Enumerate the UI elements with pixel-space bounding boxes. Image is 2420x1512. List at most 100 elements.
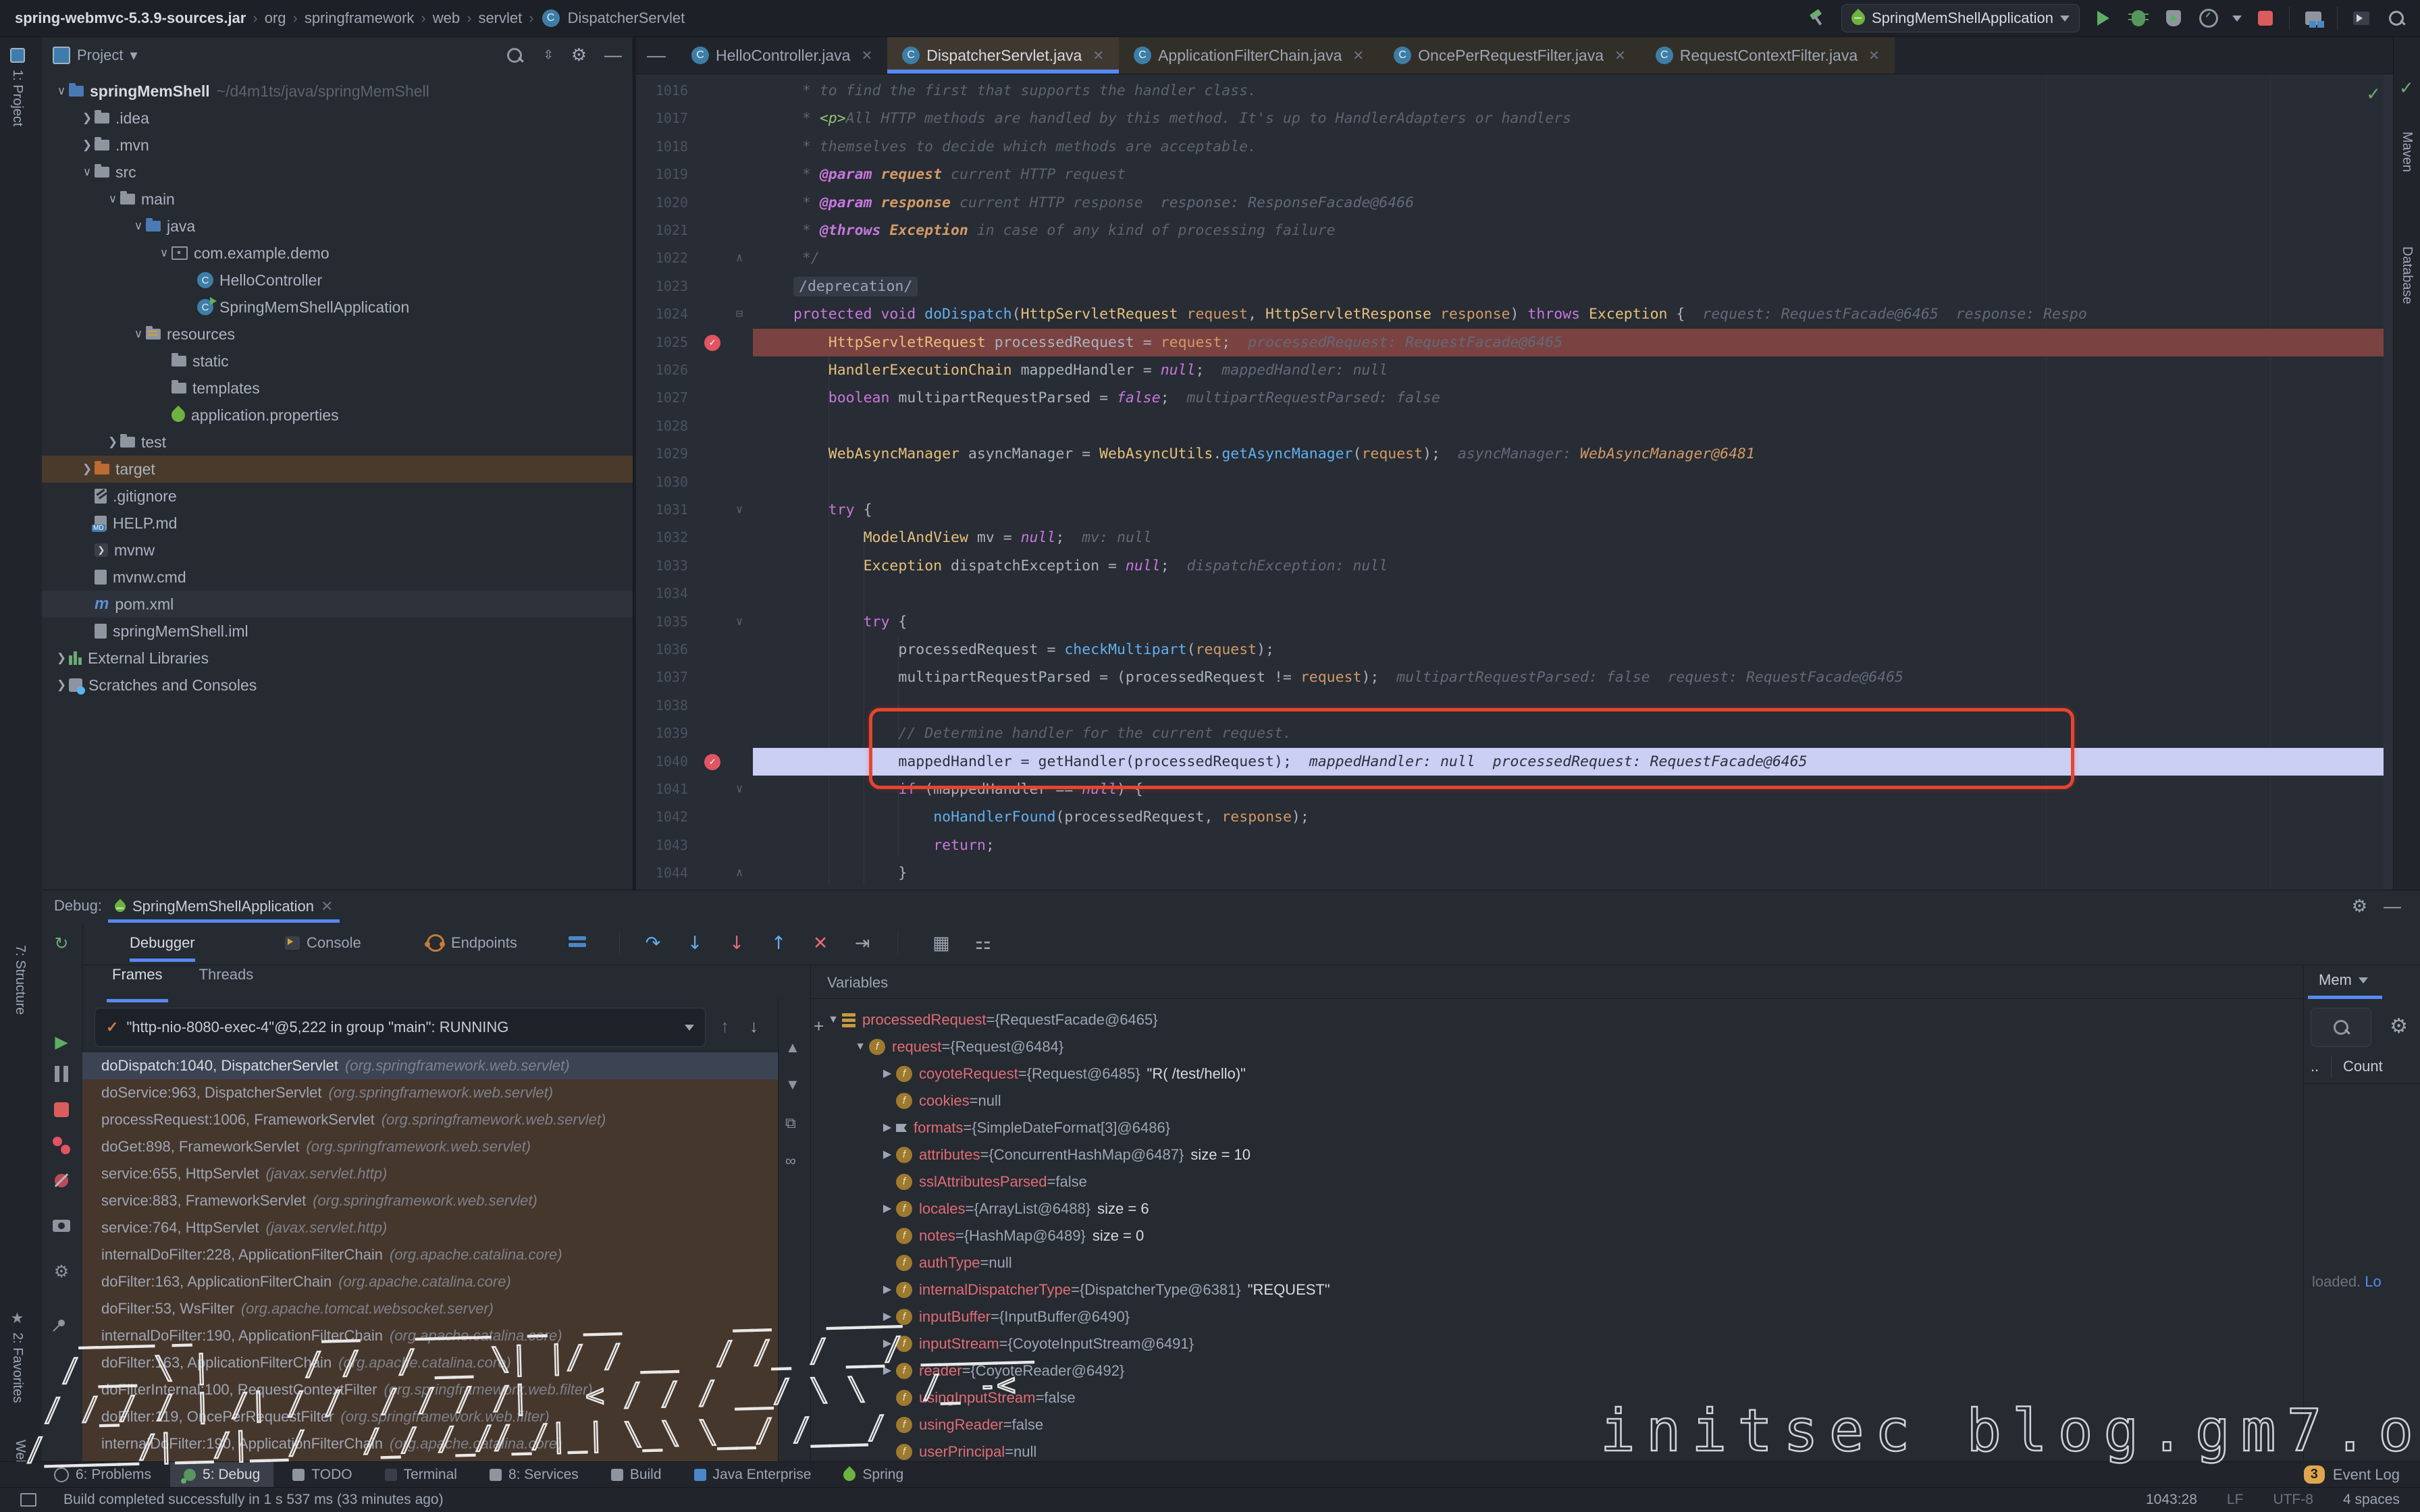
status-segment[interactable]: LF: [2227, 1492, 2244, 1508]
breadcrumb-item[interactable]: org: [265, 9, 286, 27]
frame-row[interactable]: doFilter:119, OncePerRequestFilter(org.s…: [82, 1403, 778, 1430]
chevron-collapsed-icon[interactable]: ▶: [878, 1195, 896, 1222]
frame-row[interactable]: doService:963, DispatcherServlet(org.spr…: [82, 1079, 778, 1106]
pause-icon[interactable]: [50, 1064, 73, 1087]
search-everywhere-button[interactable]: [2385, 7, 2408, 30]
line-number[interactable]: 1018: [636, 133, 688, 161]
line-number[interactable]: 1044: [636, 859, 688, 887]
editor-line[interactable]: 1031∨try {: [636, 496, 2393, 524]
variable-row[interactable]: ▶finputStream = {CoyoteInputStream@6491}: [878, 1330, 1194, 1357]
tree-item[interactable]: ❯test: [42, 429, 633, 456]
minimize-icon[interactable]: —: [2384, 896, 2401, 917]
fold-marker-icon[interactable]: ∨: [736, 608, 743, 636]
evaluate-icon[interactable]: ▦: [928, 931, 955, 955]
breadcrumb-item[interactable]: servlet: [478, 9, 522, 27]
tree-item[interactable]: .gitignore: [42, 483, 633, 510]
collapse-all-icon[interactable]: ⇳: [544, 48, 554, 62]
editor-line[interactable]: 1033Exception dispatchException = null; …: [636, 552, 2393, 580]
memory-col-count[interactable]: Count: [2343, 1058, 2383, 1075]
frame-row[interactable]: internalDoFilter:190, ApplicationFilterC…: [82, 1430, 778, 1457]
view-tab-threads[interactable]: Threads: [199, 966, 254, 998]
chevron-collapsed-icon[interactable]: ▶: [878, 1357, 896, 1384]
chevron-expanded-icon[interactable]: ∨: [80, 165, 95, 179]
hide-tabs-icon[interactable]: —: [636, 37, 677, 74]
toolwindow-button-problems[interactable]: 6: Problems: [41, 1462, 165, 1487]
editor-line[interactable]: 1021* @throws Exception in case of any k…: [636, 217, 2393, 244]
view-tab-frames[interactable]: Frames: [112, 966, 163, 998]
chevron-expanded-icon[interactable]: ▼: [851, 1033, 869, 1060]
editor-line[interactable]: 1043return;: [636, 832, 2393, 859]
stripe-favorites-label[interactable]: ★2: Favorites: [9, 1310, 25, 1403]
frame-row[interactable]: internalDoFilter:190, ApplicationFilterC…: [82, 1322, 778, 1349]
stop-button[interactable]: [2254, 7, 2277, 30]
run-configuration-select[interactable]: SpringMemShellApplication: [1841, 4, 2080, 32]
line-number[interactable]: 1023: [636, 273, 688, 300]
close-icon[interactable]: ✕: [321, 898, 333, 915]
line-number[interactable]: 1026: [636, 356, 688, 384]
editor-line[interactable]: 1025✓HttpServletRequest processedRequest…: [636, 329, 2393, 356]
editor-line[interactable]: 1034: [636, 580, 2393, 608]
tree-item[interactable]: templates: [42, 375, 633, 402]
variable-row[interactable]: ▶fattributes = {ConcurrentHashMap@6487}s…: [878, 1141, 1251, 1168]
tree-item[interactable]: ❯External Libraries: [42, 645, 633, 672]
variable-row[interactable]: fusingInputStream = false: [878, 1384, 1076, 1411]
line-number[interactable]: 1035: [636, 608, 688, 636]
force-step-into-icon[interactable]: ↓: [723, 931, 750, 955]
line-number[interactable]: 1024: [636, 300, 688, 328]
up-arrow-icon[interactable]: ↑: [720, 1016, 729, 1037]
chevron-expanded-icon[interactable]: ∨: [131, 327, 146, 341]
breakpoint-icon[interactable]: ✓: [704, 754, 720, 770]
debug-tab-debugger[interactable]: Debugger: [130, 923, 195, 963]
editor-line[interactable]: 1029WebAsyncManager asyncManager = WebAs…: [636, 440, 2393, 468]
line-number[interactable]: 1025: [636, 329, 688, 356]
variable-row[interactable]: fauthType = null: [878, 1249, 1012, 1276]
status-segment[interactable]: 4 spaces: [2343, 1492, 2400, 1508]
settings-gear-icon[interactable]: ⚙: [50, 1260, 73, 1283]
editor-line[interactable]: 1037multipartRequestParsed = (processedR…: [636, 664, 2393, 691]
editor-line[interactable]: 1042noHandlerFound(processedRequest, res…: [636, 803, 2393, 831]
variable-row[interactable]: fusingReader = false: [878, 1411, 1043, 1438]
chevron-collapsed-icon[interactable]: ▶: [878, 1330, 896, 1357]
line-number[interactable]: 1034: [636, 580, 688, 608]
layout-options-icon[interactable]: [569, 934, 586, 950]
variable-row[interactable]: ▶formats = {SimpleDateFormat[3]@6486}: [878, 1114, 1170, 1141]
variable-row[interactable]: ▶freader = {CoyoteReader@6492}: [878, 1357, 1124, 1384]
variable-row[interactable]: ▼processedRequest = {RequestFacade@6465}: [824, 1006, 1158, 1033]
frame-row[interactable]: doFilter:53, WsFilter(org.apache.tomcat.…: [82, 1295, 778, 1322]
chevron-collapsed-icon[interactable]: ▶: [878, 1060, 896, 1087]
chevron-expanded-icon[interactable]: ▼: [824, 1006, 842, 1033]
status-segment[interactable]: UTF-8: [2273, 1492, 2313, 1508]
toolwindow-button-debug[interactable]: 5: Debug: [170, 1462, 273, 1487]
variable-row[interactable]: ▶fcoyoteRequest = {Request@6485}"R( /tes…: [878, 1060, 1246, 1087]
editor-line[interactable]: 1030: [636, 468, 2393, 496]
variable-row[interactable]: ▶finputBuffer = {InputBuffer@6490}: [878, 1303, 1130, 1330]
load-classes-link[interactable]: Lo: [2365, 1273, 2381, 1290]
step-into-icon[interactable]: ↓: [681, 931, 708, 955]
fold-marker-icon[interactable]: ∨: [736, 776, 743, 803]
variable-row[interactable]: ▶finternalDispatcherType = {DispatcherTy…: [878, 1276, 1330, 1303]
frame-row[interactable]: doGet:898, FrameworkServlet(org.springfr…: [82, 1133, 778, 1160]
frame-row[interactable]: processRequest:1006, FrameworkServlet(or…: [82, 1106, 778, 1133]
editor-line[interactable]: 1044∧}: [636, 859, 2393, 887]
breakpoint-icon[interactable]: ✓: [704, 335, 720, 351]
line-number[interactable]: 1016: [636, 77, 688, 105]
thread-selector[interactable]: ✓"http-nio-8080-exec-4"@5,222 in group "…: [95, 1008, 706, 1047]
close-icon[interactable]: ✕: [861, 47, 872, 64]
run-button[interactable]: [2092, 7, 2115, 30]
line-number[interactable]: 1028: [636, 412, 688, 440]
debug-tab-endpoints[interactable]: Endpoints: [427, 923, 517, 963]
editor-tab[interactable]: COncePerRequestFilter.java✕: [1379, 37, 1641, 74]
editor-line[interactable]: 1022∧*/: [636, 244, 2393, 272]
fold-marker-icon[interactable]: ⊟: [736, 300, 743, 328]
breadcrumb-item[interactable]: DispatcherServlet: [568, 9, 685, 27]
profiler-button[interactable]: [2197, 7, 2220, 30]
gear-icon[interactable]: ⚙: [2352, 896, 2367, 917]
step-out-icon[interactable]: ↑: [765, 931, 792, 955]
gear-icon[interactable]: ⚙: [571, 45, 587, 65]
close-icon[interactable]: ✕: [1352, 47, 1364, 64]
tree-item[interactable]: ❯Scratches and Consoles: [42, 672, 633, 699]
tree-item[interactable]: ❯target: [42, 456, 633, 483]
stop-icon[interactable]: [50, 1098, 73, 1121]
tree-item[interactable]: mpom.xml: [42, 591, 633, 618]
editor-line[interactable]: 1028: [636, 412, 2393, 440]
